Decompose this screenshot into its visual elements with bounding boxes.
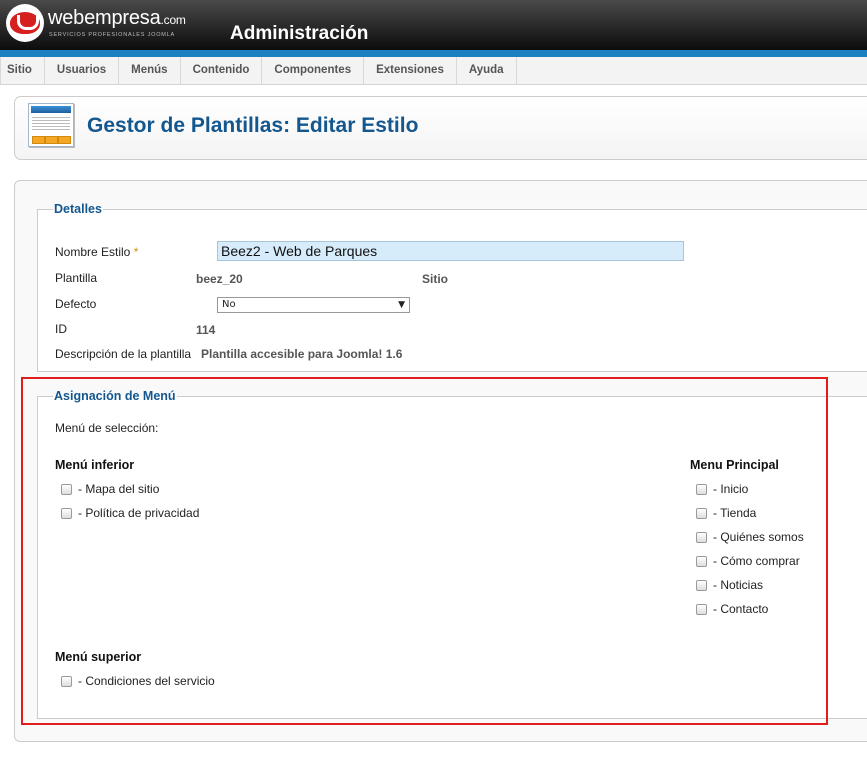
style-name-label: Nombre Estilo * (55, 245, 139, 259)
details-legend: Detalles (54, 202, 102, 216)
menu-item-usuarios[interactable]: Usuarios (45, 57, 120, 84)
menu-item-ayuda[interactable]: Ayuda (457, 57, 517, 84)
details-fieldset: Detalles Nombre Estilo * Plantilla beez_… (37, 202, 867, 372)
webempresa-logo-icon (6, 4, 44, 42)
template-manager-icon (28, 103, 74, 147)
toolbar: Gestor de Plantillas: Editar Estilo (14, 96, 867, 160)
brand-tagline: SERVICIOS PROFESIONALES JOOMLA (49, 32, 175, 38)
menu-item-extensiones[interactable]: Extensiones (364, 57, 457, 84)
description-value: Plantilla accesible para Joomla! 1.6 (201, 347, 403, 361)
annotation-highlight-box (21, 377, 828, 725)
template-value: beez_20 (196, 272, 243, 286)
id-label: ID (55, 322, 67, 336)
page-title: Gestor de Plantillas: Editar Estilo (87, 114, 419, 137)
main-menu: Sitio Usuarios Menús Contenido Component… (0, 57, 867, 85)
default-label: Defecto (55, 297, 97, 311)
style-name-input[interactable] (217, 241, 684, 261)
description-label: Descripción de la plantilla (55, 347, 192, 361)
menu-item-menus[interactable]: Menús (119, 57, 181, 84)
header-accent-line (0, 50, 867, 57)
default-select[interactable]: No ▼ (217, 297, 410, 313)
template-label: Plantilla (55, 271, 98, 285)
admin-title: Administración (230, 23, 369, 44)
menu-item-sitio[interactable]: Sitio (0, 57, 45, 84)
required-mark: * (133, 245, 139, 259)
id-value: 114 (196, 323, 216, 337)
admin-header: webempresa.com SERVICIOS PROFESIONALES J… (0, 0, 867, 50)
menu-item-componentes[interactable]: Componentes (262, 57, 365, 84)
menu-item-contenido[interactable]: Contenido (181, 57, 263, 84)
brand-name: webempresa.com (48, 7, 186, 29)
chevron-down-icon: ▼ (398, 300, 405, 310)
location-value: Sitio (422, 272, 448, 286)
